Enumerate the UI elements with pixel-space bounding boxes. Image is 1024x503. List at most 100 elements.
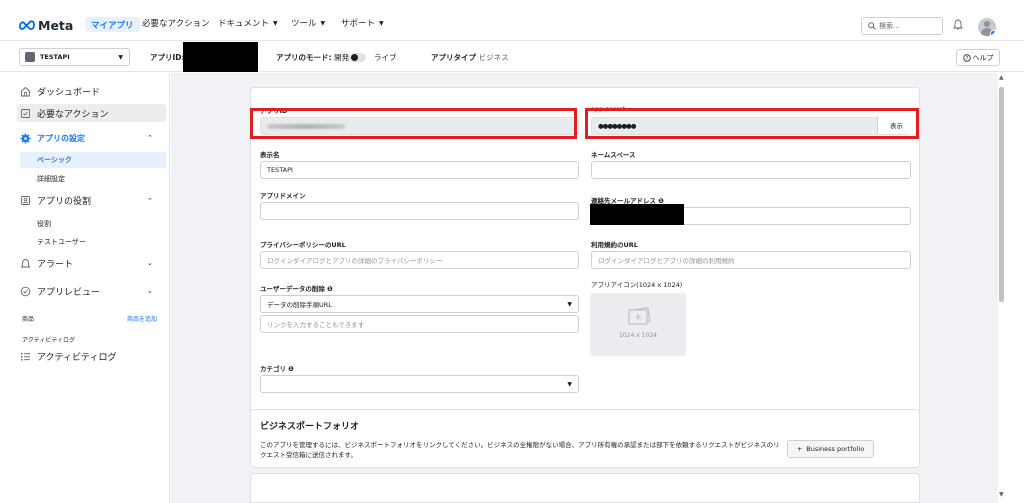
data-deletion-text: ユーザーデータの削除 (260, 285, 325, 293)
add-product-link[interactable]: 商品を追加 (127, 314, 157, 323)
sidebar-item-label: アクティビティログ (37, 353, 117, 363)
help-label: ヘルプ (972, 53, 994, 62)
data-deletion-url-field[interactable]: リンクを入力することもできます (260, 315, 579, 333)
app-icon-caption: 1024 x 1024 (619, 332, 657, 339)
sidebar-item-label: アプリの設定 (37, 134, 85, 143)
display-name-field[interactable]: TESTAPI (260, 161, 579, 179)
search-placeholder: 検索... (879, 22, 900, 30)
check-circle-icon (20, 286, 31, 297)
nav-support[interactable]: サポート ▼ (341, 15, 384, 31)
chevron-down-icon[interactable]: ⌄ (147, 287, 153, 295)
chevron-up-icon[interactable]: ⌃ (147, 197, 153, 205)
terms-label: 利用規約のURL (591, 241, 638, 249)
scrollbar[interactable]: ▲ ▼ (998, 73, 1006, 503)
nav-my-apps[interactable]: マイアプリ (85, 17, 140, 32)
sidebar-subitem-test-users[interactable]: テストユーザー (37, 237, 86, 247)
sidebar-item-dashboard[interactable]: ダッシュボード (20, 85, 166, 98)
checklist-icon (20, 108, 31, 119)
nav-docs[interactable]: ドキュメント ▼ (218, 15, 278, 31)
sidebar-item-app-roles[interactable]: アプリの役割 (20, 194, 166, 207)
app-bar: TESTAPI ▼ アプリID: アプリのモード: 開発 ライブ アプリタイプ … (0, 42, 1024, 72)
dropdown-arrow-icon: ▼ (567, 381, 572, 388)
plus-icon: + (796, 445, 803, 453)
business-portfolio-card: ビジネスポートフォリオ このアプリを管理するには、ビジネスポートフォリオをリンク… (250, 409, 920, 468)
info-icon: ❶ (288, 365, 294, 373)
data-deletion-select-value: データの削除手順URL (267, 301, 332, 309)
list-icon (20, 351, 31, 362)
sidebar-subitem-advanced[interactable]: 詳細設定 (37, 174, 65, 184)
sidebar-item-app-settings[interactable]: アプリの設定 (20, 133, 166, 144)
bell-icon[interactable] (953, 19, 963, 30)
namespace-field[interactable] (591, 161, 911, 179)
terms-field[interactable]: ログインダイアログとアプリの詳細の利用規約 (591, 251, 911, 269)
privacy-policy-label: プライバシーポリシーのURL (260, 241, 346, 249)
app-mode-text: アプリのモード: (276, 53, 332, 62)
app-mode-dev: 開発 (334, 53, 350, 62)
main-content: アプリID app secret ●●●●●●●● 表示名 TESTAPI ネー… (171, 73, 998, 503)
live-mode-toggle[interactable] (350, 53, 366, 62)
sidebar-item-app-review[interactable]: アプリレビュー (20, 285, 166, 298)
sidebar-item-required-actions[interactable]: 必要なアクション (17, 104, 166, 122)
nav-docs-label: ドキュメント (218, 19, 270, 29)
sidebar-item-label: アプリの役割 (37, 197, 92, 207)
help-button[interactable]: ? ヘルプ (956, 49, 1000, 66)
app-type-text: アプリタイプ (431, 53, 476, 62)
data-deletion-label: ユーザーデータの削除 ❶ (260, 283, 333, 293)
avatar[interactable] (978, 18, 996, 36)
category-text: カテゴリ (260, 365, 286, 373)
app-domain-field[interactable] (260, 202, 579, 220)
privacy-policy-field[interactable]: ログインダイアログとアプリの詳細のプライバシーポリシー (260, 251, 579, 269)
business-portfolio-button-label: Business portfolio (806, 445, 865, 453)
sidebar-item-label: アラート (37, 260, 74, 270)
sidebar: ダッシュボード 必要なアクション アプリの設定 ⌃ ベーシック 詳細設定 アプリ… (0, 73, 170, 503)
scroll-down-arrow-icon[interactable]: ▼ (999, 491, 1004, 498)
category-select[interactable]: ▼ (260, 375, 579, 393)
nav-required-actions[interactable]: 必要なアクション (142, 15, 210, 31)
avatar-badge (990, 30, 996, 36)
highlight-app-id (250, 108, 577, 139)
app-id-label: アプリID: (150, 53, 185, 62)
chevron-down-icon[interactable]: ⌄ (147, 259, 153, 267)
scroll-up-arrow-icon[interactable]: ▲ (999, 74, 1004, 81)
app-name: TESTAPI (40, 53, 70, 61)
nav-tools-label: ツール (291, 19, 317, 29)
chevron-up-icon[interactable]: ⌃ (147, 134, 153, 142)
top-navigation: Meta マイアプリ 必要なアクション ドキュメント ▼ ツール ▼ サポート ▼ 検… (0, 0, 1024, 41)
app-domain-label: アプリドメイン (260, 192, 306, 200)
chevron-down-icon: ▼ (273, 19, 278, 27)
add-business-portfolio-button[interactable]: + Business portfolio (787, 440, 874, 458)
activity-log-heading: アクティビティログ (22, 337, 75, 344)
sidebar-subitem-roles[interactable]: 役割 (37, 219, 51, 229)
next-section-card (250, 473, 920, 503)
search-input[interactable]: 検索... (861, 17, 943, 35)
namespace-label: ネームスペース (591, 151, 636, 159)
app-icon (25, 52, 35, 62)
nav-tools[interactable]: ツール ▼ (291, 15, 325, 31)
sidebar-item-alerts[interactable]: アラート (20, 257, 166, 270)
display-name-label: 表示名 (260, 151, 280, 159)
meta-logo[interactable]: Meta (19, 17, 73, 33)
sidebar-item-label: ダッシュボード (37, 88, 101, 98)
category-label: カテゴリ ❶ (260, 363, 294, 373)
sidebar-subitem-basic[interactable]: ベーシック (20, 152, 166, 168)
scroll-thumb[interactable] (999, 87, 1004, 302)
app-type-value: ビジネス (478, 53, 509, 62)
sidebar-item-label: アプリレビュー (37, 288, 101, 298)
brand-name: Meta (38, 17, 74, 33)
data-deletion-select[interactable]: データの削除手順URL ▼ (260, 295, 579, 313)
business-portfolio-description: このアプリを管理するには、ビジネスポートフォリオをリンクしてください。ビジネスの… (260, 441, 780, 459)
info-icon: ❶ (327, 285, 333, 293)
app-icon-label: アプリアイコン(1024 x 1024) (591, 281, 683, 289)
sidebar-item-label: 必要なアクション (37, 109, 109, 120)
question-icon: ? (962, 53, 971, 62)
products-heading: 商品 (22, 316, 35, 323)
dropdown-arrow-icon: ▼ (567, 301, 572, 308)
app-selector[interactable]: TESTAPI ▼ (19, 48, 130, 66)
business-portfolio-title: ビジネスポートフォリオ (260, 422, 360, 432)
app-icon-upload[interactable]: 1024 x 1024 (590, 293, 686, 356)
svg-text:?: ? (965, 56, 968, 62)
app-mode-live: ライブ (374, 53, 397, 62)
meta-infinity-icon (19, 20, 35, 30)
image-placeholder-icon (628, 307, 651, 325)
sidebar-item-activity-log[interactable]: アクティビティログ (20, 350, 166, 363)
